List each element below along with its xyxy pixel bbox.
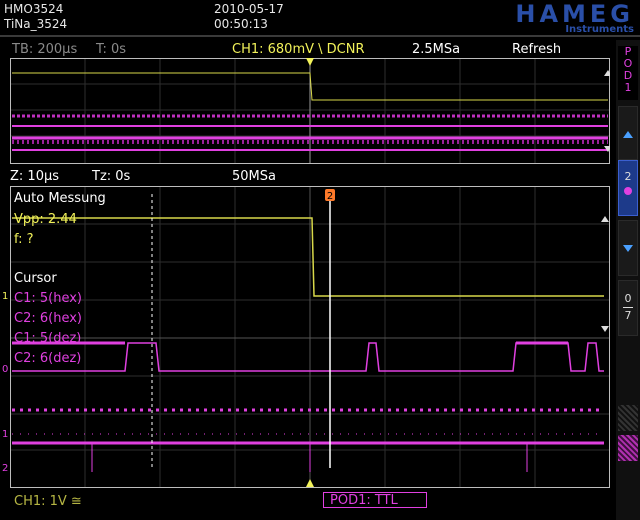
ch1-level-marker[interactable]: 1: [2, 290, 8, 304]
selection-dot-icon: [624, 187, 632, 195]
bus-level-marker-1[interactable]: 1: [2, 428, 8, 442]
brand-logo: HAMEG Instruments: [452, 1, 634, 35]
vpp-measurement: Vpp: 2.44: [14, 212, 77, 227]
pod1-sidebar-label[interactable]: POD1: [618, 46, 638, 100]
sidebar-button-07[interactable]: 0 7: [618, 280, 638, 336]
overview-waveform-window[interactable]: [10, 58, 610, 164]
zoom-label[interactable]: Z: 10µs: [10, 170, 59, 184]
sidebar-up-icon: [623, 131, 633, 138]
right-sidebar: POD1 2 0 7: [616, 40, 640, 520]
date-label: 2010-05-17: [214, 2, 284, 16]
cursor-title: Cursor: [14, 271, 57, 286]
pod1-footer-label[interactable]: POD1: TTL: [323, 492, 427, 508]
sample-rate-label: 2.5MSa: [412, 42, 461, 57]
sidebar-up-button[interactable]: [618, 106, 638, 160]
cursor-2-badge-label: 2: [327, 191, 333, 202]
cursor-2-hex: C2: 6(hex): [14, 311, 82, 326]
ch1-footer-label[interactable]: CH1: 1V ≅: [14, 495, 82, 509]
sidebar-button-2-label: 2: [624, 170, 632, 183]
acquisition-mode-label[interactable]: Refresh: [512, 43, 561, 57]
sidebar-button-07-top: 0: [624, 292, 632, 305]
timebase-label[interactable]: TB: 200µs: [12, 43, 77, 57]
sidebar-button-07-bottom: 7: [624, 309, 632, 322]
sidebar-scroll-pattern-2[interactable]: [618, 435, 638, 461]
time-label: 00:50:13: [214, 17, 268, 31]
pod-level-marker-0[interactable]: 0: [2, 363, 8, 377]
sidebar-down-button[interactable]: [618, 220, 638, 276]
zoom-time-label[interactable]: Tz: 0s: [92, 170, 130, 184]
channel-setting-label[interactable]: CH1: 680mV \ DCNR: [232, 43, 365, 57]
zoom-waveform-window[interactable]: 2: [10, 186, 610, 488]
zoom-sample-rate-label: 50MSa: [232, 169, 276, 184]
sidebar-down-icon: [623, 245, 633, 252]
bus-level-marker-2[interactable]: 2: [2, 462, 8, 476]
pod1-sidebar-text: POD1: [623, 45, 633, 94]
sidebar-button-07-divider: [623, 307, 633, 308]
trigger-time-label[interactable]: T: 0s: [96, 43, 126, 57]
sidebar-button-2[interactable]: 2: [618, 160, 638, 216]
sidebar-scroll-pattern-1: [618, 405, 638, 431]
filename-label: TiNa_3524: [4, 17, 68, 31]
header-separator: [0, 35, 640, 37]
cursor-2-dec: C2: 6(dez): [14, 351, 82, 366]
freq-measurement: f: ?: [14, 232, 34, 247]
cursor-1-hex: C1: 5(hex): [14, 291, 82, 306]
model-label: HMO3524: [4, 2, 64, 16]
cursor-1-dec: C1: 5(dez): [14, 331, 82, 346]
auto-measure-title: Auto Messung: [14, 191, 106, 206]
